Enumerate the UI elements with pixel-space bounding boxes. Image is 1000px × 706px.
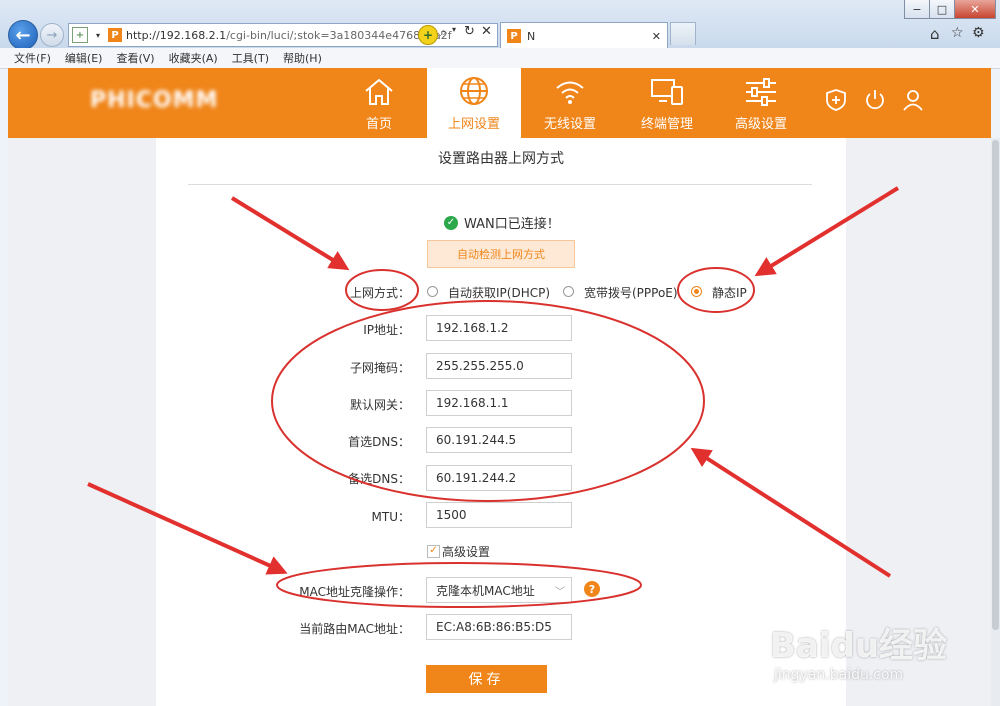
radio-pppoe[interactable]	[563, 286, 574, 297]
arrow-right-icon: →	[46, 27, 58, 43]
home-icon	[365, 78, 393, 105]
wan-status: ✓ WAN口已连接！	[444, 213, 560, 232]
url-host: http://192.168.2.1	[126, 28, 227, 42]
nav-label-home: 首页	[365, 117, 392, 132]
watermark-logo: Baidu经验	[770, 626, 948, 666]
mask-input[interactable]: 255.255.255.0	[426, 353, 572, 379]
close-window-button[interactable]: ✕	[954, 0, 996, 19]
scrollbar-thumb[interactable]	[992, 140, 999, 630]
globe-icon	[460, 77, 488, 105]
radio-dhcp-label[interactable]: 自动获取IP(DHCP)	[448, 284, 550, 301]
site-icon: P	[108, 28, 122, 42]
tab-title: N	[527, 29, 536, 43]
tab-favicon-icon: P	[507, 29, 521, 43]
dns2-input[interactable]: 60.191.244.2	[426, 465, 572, 491]
gateway-label: 默认网关：	[349, 398, 410, 412]
ip-input[interactable]: 192.168.1.2	[426, 315, 572, 341]
mtu-label: MTU：	[371, 510, 410, 524]
nav-advanced[interactable]: 高级设置	[724, 68, 798, 138]
radio-pppoe-label[interactable]: 宽带拨号(PPPoE)	[584, 284, 678, 301]
watermark-url: jingyan.baidu.com	[774, 667, 904, 683]
radio-static-ip-label[interactable]: 静态IP	[712, 284, 747, 301]
radio-static-ip[interactable]	[691, 286, 702, 297]
brand-logo: PHICOMM	[90, 88, 219, 113]
dns1-label: 首选DNS：	[348, 435, 410, 449]
mac-current-input[interactable]: EC:A8:6B:86:B5:D5	[426, 614, 572, 640]
user-icon[interactable]	[901, 88, 925, 112]
menu-favorites[interactable]: 收藏夹(A)	[169, 50, 218, 66]
nav-label-internet: 上网设置	[447, 117, 500, 132]
power-icon[interactable]	[863, 88, 887, 112]
nav-label-devices: 终端管理	[640, 117, 693, 132]
maximize-button[interactable]: □	[929, 0, 955, 19]
menu-edit[interactable]: 编辑(E)	[65, 50, 103, 66]
nav-home[interactable]: 首页	[350, 68, 408, 138]
auto-detect-button[interactable]: 自动检测上网方式	[427, 240, 575, 268]
new-tab-button[interactable]	[670, 22, 696, 45]
connection-type-label: 上网方式：	[349, 286, 410, 300]
dns1-input[interactable]: 60.191.244.5	[426, 427, 572, 453]
shield-icon[interactable]	[824, 88, 848, 112]
forward-button[interactable]: →	[40, 23, 64, 47]
browser-tab[interactable]: P N ✕	[500, 22, 668, 49]
plugin-icon[interactable]: +	[418, 25, 438, 45]
left-gutter	[8, 138, 156, 706]
menu-tools[interactable]: 工具(T)	[232, 50, 269, 66]
dropdown-icon: ▾	[95, 30, 100, 40]
nav-wireless[interactable]: 无线设置	[533, 68, 607, 138]
chevron-down-icon: ﹀	[555, 586, 565, 598]
help-icon[interactable]: ?	[584, 581, 600, 597]
compat-icon: +	[72, 27, 88, 43]
nav-label-advanced: 高级设置	[734, 117, 787, 132]
ip-label: IP地址：	[363, 323, 410, 337]
wifi-icon	[556, 81, 584, 104]
tab-close-icon[interactable]: ✕	[652, 30, 661, 43]
mac-clone-select[interactable]: 克隆本机MAC地址 ﹀	[426, 577, 572, 603]
search-icon[interactable]: ⌕	[440, 25, 447, 40]
nav-devices[interactable]: 终端管理	[630, 68, 704, 138]
nav-label-wireless: 无线设置	[543, 117, 596, 132]
mac-current-label: 当前路由MAC地址：	[299, 622, 410, 636]
minimize-button[interactable]: −	[904, 0, 930, 19]
search-dropdown-icon[interactable]: ▾	[452, 25, 456, 34]
menu-bar: 文件(F) 编辑(E) 查看(V) 收藏夹(A) 工具(T) 帮助(H)	[0, 48, 1000, 69]
advanced-checkbox[interactable]: ✓	[427, 545, 440, 558]
devices-icon	[651, 79, 683, 105]
dns2-label: 备选DNS：	[348, 472, 410, 486]
stop-icon[interactable]: ✕	[481, 24, 492, 39]
wan-status-text: WAN口已连接！	[464, 217, 560, 232]
mac-clone-value: 克隆本机MAC地址	[436, 583, 535, 598]
menu-help[interactable]: 帮助(H)	[283, 50, 322, 66]
sliders-icon	[746, 78, 776, 106]
menu-file[interactable]: 文件(F)	[14, 50, 51, 66]
check-circle-icon: ✓	[444, 215, 458, 230]
nav-internet[interactable]: 上网设置	[427, 68, 521, 138]
refresh-icon[interactable]: ↻	[464, 24, 475, 39]
advanced-label[interactable]: 高级设置	[442, 543, 490, 560]
mtu-input[interactable]: 1500	[426, 502, 572, 528]
tools-gear-icon[interactable]: ⚙	[972, 25, 985, 41]
title-divider	[188, 184, 812, 185]
page-title: 设置路由器上网方式	[438, 151, 564, 167]
arrow-left-icon: ←	[15, 24, 31, 46]
watermark: Baidu经验 jingyan.baidu.com	[770, 618, 970, 688]
gateway-input[interactable]: 192.168.1.1	[426, 390, 572, 416]
mask-label: 子网掩码：	[349, 361, 410, 375]
back-button[interactable]: ←	[8, 20, 38, 50]
mac-clone-label: MAC地址克隆操作：	[299, 585, 410, 599]
radio-dhcp[interactable]	[427, 286, 438, 297]
menu-view[interactable]: 查看(V)	[116, 50, 154, 66]
favorites-icon[interactable]: ☆	[951, 25, 964, 41]
save-button[interactable]: 保存	[426, 665, 547, 693]
home-browser-icon[interactable]: ⌂	[930, 25, 940, 43]
